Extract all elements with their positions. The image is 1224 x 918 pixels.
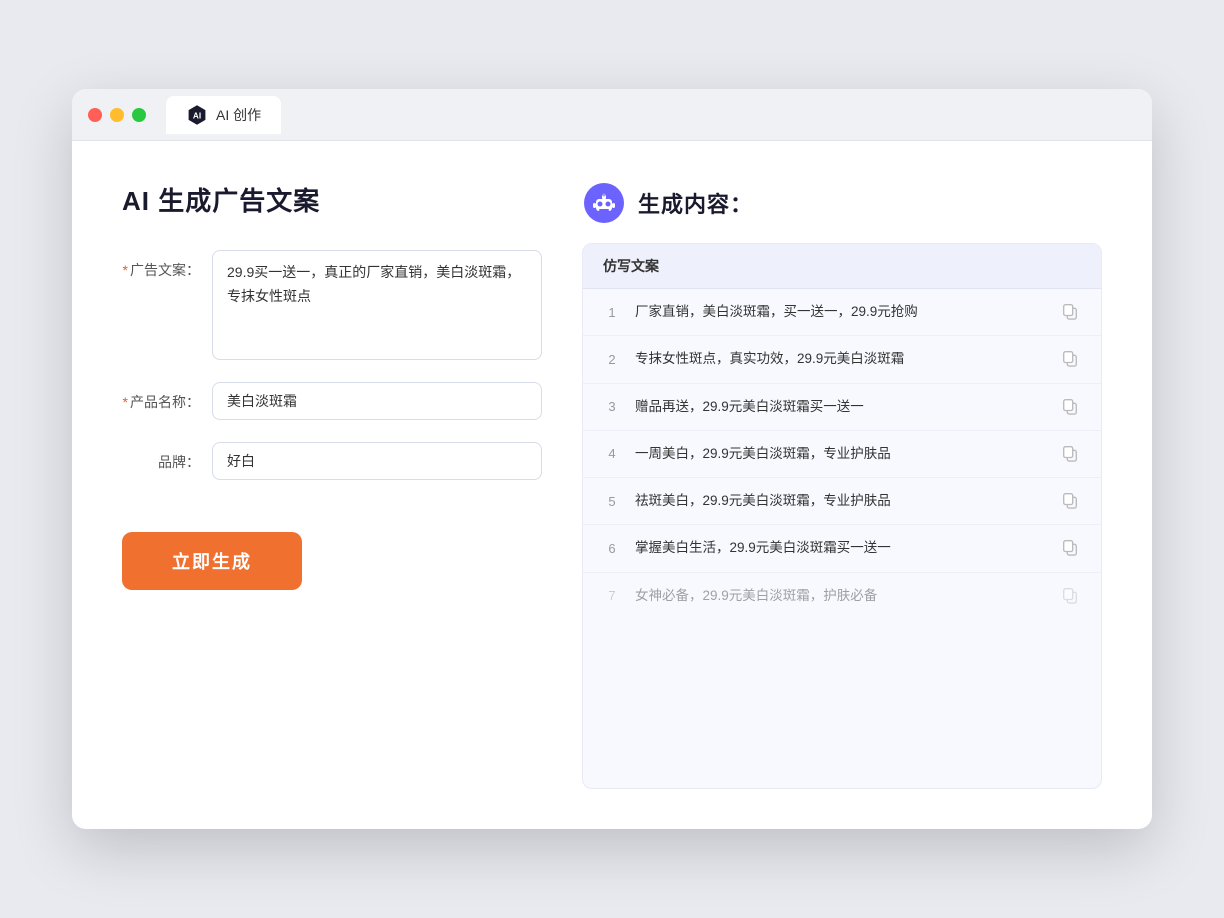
copy-button[interactable] [1061, 349, 1081, 369]
row-number: 4 [603, 446, 621, 461]
row-number: 7 [603, 588, 621, 603]
row-text: 专抹女性斑点，真实功效，29.9元美白淡斑霜 [635, 349, 1047, 369]
product-name-group: *产品名称： [122, 382, 542, 420]
result-header: 生成内容： [582, 181, 1102, 225]
generate-button[interactable]: 立即生成 [122, 532, 302, 590]
copy-button[interactable] [1061, 538, 1081, 558]
copy-button[interactable] [1061, 586, 1081, 606]
copy-button[interactable] [1061, 491, 1081, 511]
row-text: 一周美白，29.9元美白淡斑霜，专业护肤品 [635, 444, 1047, 464]
row-number: 1 [603, 305, 621, 320]
close-button[interactable] [88, 108, 102, 122]
row-text: 女神必备，29.9元美白淡斑霜，护肤必备 [635, 586, 1047, 606]
brand-group: 品牌： [122, 442, 542, 480]
left-panel: AI 生成广告文案 *广告文案： *产品名称： 品牌： 立 [122, 181, 542, 789]
right-panel: 生成内容： 仿写文案 1 厂家直销，美白淡斑霜，买一送一，29.9元抢购 2 专抹女… [582, 181, 1102, 789]
table-row: 5 祛斑美白，29.9元美白淡斑霜，专业护肤品 [583, 478, 1101, 525]
titlebar: AI AI 创作 [72, 89, 1152, 141]
results-table: 仿写文案 1 厂家直销，美白淡斑霜，买一送一，29.9元抢购 2 专抹女性斑点，真实… [582, 243, 1102, 789]
required-star-product: * [123, 394, 128, 410]
row-number: 2 [603, 352, 621, 367]
row-number: 5 [603, 494, 621, 509]
browser-window: AI AI 创作 AI 生成广告文案 *广告文案： *产品名称： [72, 89, 1152, 829]
required-star-ad: * [123, 262, 128, 278]
tab-label: AI 创作 [216, 105, 261, 125]
table-header: 仿写文案 [583, 244, 1101, 289]
row-text: 赠品再送，29.9元美白淡斑霜买一送一 [635, 397, 1047, 417]
traffic-lights [88, 108, 146, 122]
browser-tab[interactable]: AI AI 创作 [166, 96, 281, 134]
row-text: 厂家直销，美白淡斑霜，买一送一，29.9元抢购 [635, 302, 1047, 322]
table-row: 2 专抹女性斑点，真实功效，29.9元美白淡斑霜 [583, 336, 1101, 383]
table-row: 7 女神必备，29.9元美白淡斑霜，护肤必备 [583, 573, 1101, 619]
table-row: 6 掌握美白生活，29.9元美白淡斑霜买一送一 [583, 525, 1101, 572]
minimize-button[interactable] [110, 108, 124, 122]
maximize-button[interactable] [132, 108, 146, 122]
brand-label: 品牌： [122, 442, 212, 472]
page-title: AI 生成广告文案 [122, 181, 542, 218]
robot-icon [582, 181, 626, 225]
table-row: 3 赠品再送，29.9元美白淡斑霜买一送一 [583, 384, 1101, 431]
ad-copy-group: *广告文案： [122, 250, 542, 360]
row-number: 6 [603, 541, 621, 556]
copy-button[interactable] [1061, 444, 1081, 464]
svg-text:AI: AI [193, 111, 201, 120]
ad-copy-label: *广告文案： [122, 250, 212, 280]
copy-button[interactable] [1061, 397, 1081, 417]
browser-content: AI 生成广告文案 *广告文案： *产品名称： 品牌： 立 [72, 141, 1152, 829]
row-text: 掌握美白生活，29.9元美白淡斑霜买一送一 [635, 538, 1047, 558]
product-name-input[interactable] [212, 382, 542, 420]
table-row: 1 厂家直销，美白淡斑霜，买一送一，29.9元抢购 [583, 289, 1101, 336]
copy-button[interactable] [1061, 302, 1081, 322]
ai-tab-icon: AI [186, 104, 208, 126]
row-text: 祛斑美白，29.9元美白淡斑霜，专业护肤品 [635, 491, 1047, 511]
table-row: 4 一周美白，29.9元美白淡斑霜，专业护肤品 [583, 431, 1101, 478]
brand-input[interactable] [212, 442, 542, 480]
row-number: 3 [603, 399, 621, 414]
product-name-label: *产品名称： [122, 382, 212, 412]
result-title: 生成内容： [638, 187, 753, 219]
ad-copy-input[interactable] [212, 250, 542, 360]
